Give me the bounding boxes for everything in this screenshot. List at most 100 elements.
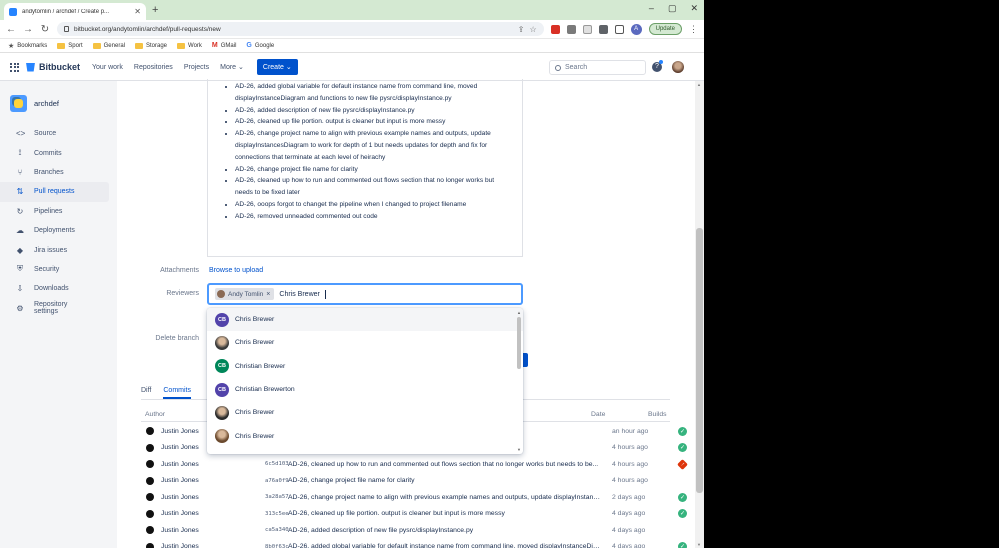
build-success-icon[interactable]: ✓ (678, 443, 687, 453)
bookmark-label: Bookmarks (17, 42, 48, 49)
commit-date: 4 days ago (612, 526, 646, 534)
python-repo-icon (10, 95, 27, 112)
create-pull-request-button[interactable] (523, 353, 528, 367)
sidebar-item-label: Source (34, 130, 57, 138)
description-item: AD-26, cleaned up how to run and comment… (235, 175, 512, 199)
sidebar-item-repository-settings[interactable]: ⚙ Repository settings (0, 299, 109, 318)
tab-commits[interactable]: Commits (163, 387, 191, 399)
bookmark-general[interactable]: General (92, 42, 125, 49)
search-input[interactable]: Search (549, 60, 646, 75)
build-success-icon[interactable]: ✓ (678, 542, 687, 548)
forward-icon[interactable]: → (23, 24, 33, 35)
extension-red-icon[interactable] (550, 24, 560, 34)
scroll-up-icon[interactable]: ▲ (697, 82, 701, 87)
remove-reviewer-icon[interactable]: × (266, 291, 270, 298)
scroll-down-icon[interactable]: ▼ (697, 542, 701, 547)
sidebar-item-jira-issues[interactable]: ◆ Jira issues (0, 240, 109, 259)
extension-s-icon[interactable] (582, 24, 592, 34)
search-icon (555, 64, 561, 71)
sidebar-item-pipelines[interactable]: ↻ Pipelines (0, 202, 109, 221)
bookmark-work[interactable]: Work (177, 42, 202, 49)
bookmark-star-icon[interactable]: ☆ (529, 25, 536, 34)
commit-hash[interactable]: ca5a340 (265, 527, 289, 533)
nav-more[interactable]: More ⌄ (220, 63, 244, 71)
profile-avatar[interactable]: A (630, 23, 642, 35)
reload-icon[interactable]: ↻ (40, 24, 50, 35)
update-button[interactable]: Update (648, 23, 682, 35)
nav-projects[interactable]: Projects (184, 64, 209, 71)
maximize-icon[interactable]: ▢ (668, 3, 677, 14)
suggestion-item[interactable]: Chris Brewer (207, 401, 523, 424)
scroll-thumb[interactable] (517, 317, 521, 369)
diff-commits-tabs: Diff Commits (141, 387, 191, 399)
build-success-icon[interactable]: ✓ (678, 492, 687, 502)
nav-your-work[interactable]: Your work (92, 64, 123, 71)
sidepanel-icon[interactable] (614, 24, 624, 34)
bitbucket-logo[interactable]: Bitbucket (26, 62, 80, 72)
scroll-up-icon[interactable]: ▲ (517, 310, 521, 315)
bookmark-bookmarks[interactable]: ★ Bookmarks (8, 42, 47, 50)
sidebar-item-deployments[interactable]: ☁ Deployments (0, 221, 109, 240)
description-item: AD-26, cleaned up file portion. output i… (235, 116, 512, 128)
build-success-icon[interactable]: ✓ (678, 509, 687, 519)
build-failed-icon[interactable]: ! (677, 458, 688, 470)
folder-icon (177, 42, 186, 49)
sidebar-nav: <> Source ⟟ Commits ⑂ Branches ⇅ Pull requests ↻… (0, 124, 117, 318)
sidebar-item-pull-requests[interactable]: ⇅ Pull requests (0, 182, 109, 202)
bookmark-google[interactable]: G Google (246, 42, 274, 49)
sidebar-item-security[interactable]: ⛨ Security (0, 260, 109, 279)
url-text: bitbucket.org/andytomlin/archdef/pull-re… (74, 25, 221, 33)
reviewers-input[interactable]: Andy Tomlin × Chris Brewer (207, 283, 523, 305)
suggestion-item[interactable]: Chris Brewer (207, 424, 523, 447)
url-bar[interactable]: bitbucket.org/andytomlin/archdef/pull-re… (57, 22, 544, 36)
bookmark-sport[interactable]: Sport (57, 42, 83, 49)
initials-avatar: CB (215, 382, 229, 397)
suggestion-item[interactable]: CB Christian Brewerton (207, 378, 523, 401)
browser-menu-icon[interactable]: ⋮ (689, 24, 698, 35)
sidebar-item-branches[interactable]: ⑂ Branches (0, 163, 109, 182)
user-avatar[interactable] (672, 61, 684, 73)
suggestion-item[interactable]: CB Christian Brewer (207, 355, 523, 378)
suggestion-item[interactable]: CB Chris Brewer (207, 308, 523, 332)
bookmark-storage[interactable]: Storage (135, 42, 167, 49)
tab-strip: andytomlin / archdef / Create p... ✕ + –… (0, 0, 704, 20)
new-tab-button[interactable]: + (152, 4, 158, 16)
build-success-icon[interactable]: ✓ (678, 426, 687, 436)
browser-tab[interactable]: andytomlin / archdef / Create p... ✕ (4, 3, 146, 20)
extension-grey-icon[interactable] (566, 24, 576, 34)
suggestion-item[interactable]: Chris Brewer (207, 331, 523, 354)
suggestion-name: Chris Brewer (235, 316, 275, 324)
page-scroll-thumb[interactable] (696, 228, 703, 493)
commit-hash[interactable]: 6c5d103 (265, 461, 289, 467)
tab-diff[interactable]: Diff (141, 387, 151, 399)
page-scrollbar[interactable]: ▲ ▼ (695, 81, 704, 548)
minimize-icon[interactable]: – (649, 3, 654, 14)
description-editor[interactable]: AD-26, added global variable for default… (207, 79, 523, 257)
sidebar-item-downloads[interactable]: ⇩ Downloads (0, 279, 109, 298)
commits-icon: ⟟ (18, 148, 22, 158)
commit-author: Justin Jones (161, 493, 199, 501)
close-tab-icon[interactable]: ✕ (134, 7, 141, 16)
scroll-down-icon[interactable]: ▼ (517, 447, 521, 452)
app-switcher-icon[interactable] (10, 62, 19, 72)
share-icon[interactable]: ⇪ (518, 25, 525, 34)
nav-repositories[interactable]: Repositories (134, 64, 173, 71)
notification-dot (659, 60, 663, 64)
browse-to-upload-link[interactable]: Browse to upload (209, 267, 263, 274)
commit-hash[interactable]: a76a0f9 (265, 478, 289, 484)
bitbucket-logo-icon (26, 62, 35, 72)
suggestions-scrollbar[interactable]: ▲ ▼ (516, 310, 522, 452)
repo-header[interactable]: archdef (0, 81, 117, 124)
sidebar-item-source[interactable]: <> Source (0, 124, 109, 143)
table-row: Justin Jones 313c5ee AD-26, cleaned up fil… (141, 506, 687, 523)
back-icon[interactable]: ← (6, 24, 16, 35)
commit-hash[interactable]: 8b0f63c (265, 544, 289, 548)
close-window-icon[interactable]: ✕ (690, 3, 698, 14)
commit-hash[interactable]: 3a28a57 (265, 494, 289, 500)
bookmark-gmail[interactable]: M GMail (212, 42, 237, 49)
create-button[interactable]: Create ⌄ (256, 59, 298, 75)
extensions-puzzle-icon[interactable] (598, 24, 608, 34)
sidebar-item-commits[interactable]: ⟟ Commits (0, 143, 109, 162)
commit-hash[interactable]: 313c5ee (265, 511, 289, 517)
description-list: AD-26, added global variable for default… (208, 79, 522, 223)
